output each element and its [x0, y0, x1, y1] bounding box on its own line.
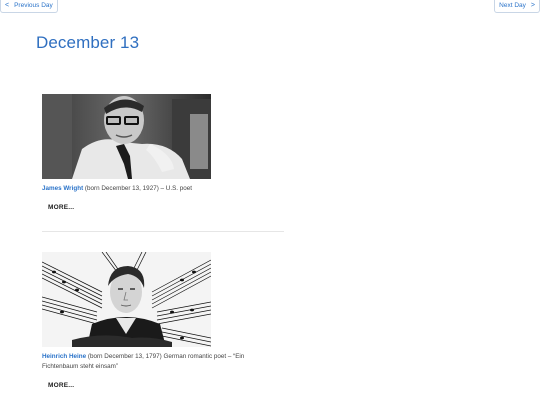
- next-day-button[interactable]: Next Day >: [494, 0, 540, 13]
- james-wright-caption: James Wright (born December 13, 1927) – …: [42, 184, 282, 194]
- heinrich-heine-link[interactable]: Heinrich Heine: [42, 353, 86, 360]
- entry-heinrich-heine: Heinrich Heine (born December 13, 1797) …: [42, 252, 292, 392]
- previous-day-label: Previous Day: [14, 2, 53, 9]
- page-title: December 13: [36, 33, 140, 52]
- heinrich-heine-more-link[interactable]: MORE...: [48, 382, 74, 389]
- james-wright-photo: [42, 94, 211, 179]
- chevron-left-icon: <: [5, 2, 10, 9]
- james-wright-more-link[interactable]: MORE...: [48, 204, 74, 211]
- entry-divider: [42, 231, 284, 232]
- heinrich-heine-caption: Heinrich Heine (born December 13, 1797) …: [42, 352, 282, 372]
- next-day-label: Next Day: [499, 2, 526, 9]
- chevron-right-icon: >: [530, 2, 535, 9]
- previous-day-button[interactable]: < Previous Day: [0, 0, 58, 13]
- james-wright-link[interactable]: James Wright: [42, 185, 83, 192]
- james-wright-description: (born December 13, 1927) – U.S. poet: [83, 185, 193, 192]
- heinrich-heine-photo: [42, 252, 211, 347]
- entry-james-wright: James Wright (born December 13, 1927) – …: [42, 94, 292, 214]
